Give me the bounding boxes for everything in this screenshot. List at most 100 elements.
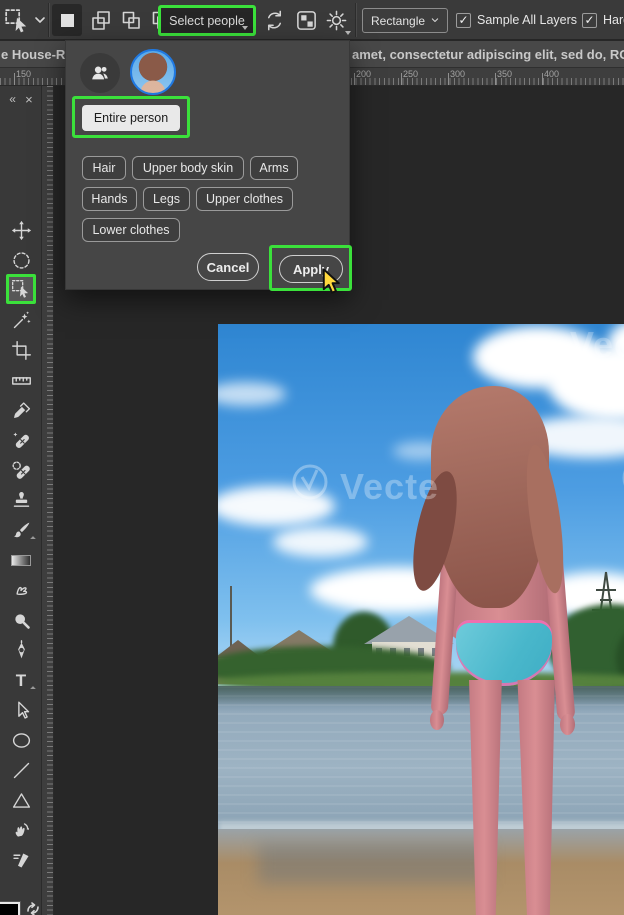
- shape-mode-value: Rectangle: [371, 13, 426, 28]
- part-label: Upper clothes: [205, 192, 284, 206]
- magic-wand-tool[interactable]: [0, 306, 42, 334]
- sample-all-layers-checkbox[interactable]: ✓: [456, 13, 471, 28]
- ruler-major-tick: [354, 73, 355, 85]
- crop-tool[interactable]: [0, 336, 42, 364]
- dodge-tool[interactable]: [0, 606, 42, 634]
- cloud: [273, 527, 368, 557]
- new-selection-icon: [60, 13, 74, 27]
- part-button-upper-body-skin[interactable]: Upper body skin: [132, 156, 244, 180]
- path-selection-tool[interactable]: [0, 696, 42, 724]
- ellipse-shape-tool[interactable]: [0, 726, 42, 754]
- mouse-cursor: [322, 268, 340, 294]
- type-tool[interactable]: T: [0, 666, 42, 694]
- watermark-text: Vecteez: [570, 324, 624, 365]
- gear-icon[interactable]: [325, 9, 348, 32]
- select-people-label: Select people: [169, 13, 245, 28]
- divider: [48, 3, 49, 37]
- part-button-hair[interactable]: Hair: [82, 156, 126, 180]
- vecteezy-logo-watermark: [292, 464, 328, 500]
- part-button-legs[interactable]: Legs: [143, 187, 190, 211]
- hand-tool[interactable]: [0, 816, 42, 844]
- add-selection-icon: [92, 11, 110, 30]
- close-panel-icon[interactable]: ×: [25, 92, 33, 107]
- checkmark-icon: ✓: [458, 13, 469, 27]
- subtract-from-selection-mode[interactable]: [116, 4, 146, 36]
- vecteezy-logo-watermark: [622, 470, 624, 486]
- girl-left-hand: [430, 710, 444, 730]
- subtract-selection-icon: [122, 11, 140, 29]
- tool-group-indicator: [30, 686, 36, 692]
- document-tab-title-left: e House-Re: [1, 47, 73, 62]
- ruler-label: 200: [356, 69, 372, 79]
- part-button-lower-clothes[interactable]: Lower clothes: [82, 218, 180, 242]
- ruler-major-tick: [401, 73, 402, 85]
- part-label: Hands: [91, 192, 128, 206]
- document-photo[interactable]: Vecte Vecteez ecteezy Vecteez: [218, 324, 624, 915]
- ruler-major-tick: [495, 73, 496, 85]
- ruler-ticks: [47, 86, 53, 915]
- part-label: Legs: [152, 192, 181, 206]
- chevron-down-icon[interactable]: [34, 16, 46, 25]
- layer-comp-icon[interactable]: [295, 9, 318, 32]
- part-button-hands[interactable]: Hands: [82, 187, 137, 211]
- part-label: Upper body skin: [142, 161, 234, 175]
- part-label: Lower clothes: [92, 223, 170, 237]
- options-bar: Select people Rectangle ✓ Sample All Lay…: [0, 0, 624, 40]
- triangle-tool[interactable]: [0, 786, 42, 814]
- document-tab-title-right: amet, consectetur adipiscing elit, sed d…: [352, 47, 624, 62]
- add-to-selection-mode[interactable]: [86, 4, 116, 36]
- spot-healing-brush-tool[interactable]: [0, 426, 42, 454]
- cancel-button[interactable]: Cancel: [197, 253, 259, 281]
- clone-stamp-tool[interactable]: [0, 486, 42, 514]
- entire-person-button[interactable]: Entire person: [82, 105, 180, 131]
- cancel-label: Cancel: [206, 259, 250, 275]
- rotate-view-tool[interactable]: [0, 846, 42, 874]
- select-people-button[interactable]: Select people: [158, 5, 256, 36]
- refresh-icon[interactable]: [263, 9, 286, 32]
- line-tool[interactable]: [0, 756, 42, 784]
- pen-tool[interactable]: [0, 636, 42, 664]
- part-button-arms[interactable]: Arms: [250, 156, 298, 180]
- watermark-text: Vecte: [340, 466, 440, 507]
- caret-icon: [242, 26, 248, 30]
- healing-brush-tool[interactable]: [0, 456, 42, 484]
- detected-person-avatar[interactable]: [130, 49, 176, 95]
- swap-colors-icon[interactable]: [26, 902, 40, 915]
- wet-sand-sheen: [258, 844, 488, 884]
- smudge-tool[interactable]: [0, 576, 42, 604]
- gradient-tool[interactable]: [0, 546, 42, 574]
- ruler-label: 300: [450, 69, 466, 79]
- ruler-label: 250: [403, 69, 419, 79]
- move-tool[interactable]: [0, 216, 42, 244]
- part-button-upper-clothes[interactable]: Upper clothes: [196, 187, 293, 211]
- new-selection-mode[interactable]: [52, 4, 82, 36]
- select-people-panel: Entire person Hair Upper body skin Arms …: [65, 40, 352, 291]
- ruler-major-tick: [14, 73, 15, 85]
- caret-icon: [345, 31, 351, 35]
- elliptical-marquee-tool[interactable]: [0, 246, 42, 274]
- object-selection-tool[interactable]: [6, 274, 36, 304]
- tool-group-indicator: [30, 536, 36, 542]
- tools-panel-header: « ×: [0, 86, 42, 112]
- part-label: Arms: [259, 161, 289, 175]
- all-people-avatar[interactable]: [80, 53, 120, 93]
- divider: [355, 3, 356, 37]
- gradient-icon: [11, 554, 31, 566]
- collapse-panel-icon[interactable]: «: [9, 92, 16, 106]
- vertical-ruler: [42, 86, 54, 915]
- girl-right-hand: [560, 714, 575, 735]
- brush-tool[interactable]: [0, 516, 42, 544]
- hard-label: Hard: [603, 13, 624, 27]
- entire-person-label: Entire person: [93, 111, 169, 125]
- ruler-label: 150: [16, 69, 32, 79]
- shape-mode-dropdown[interactable]: Rectangle: [362, 8, 448, 33]
- object-selection-tool-icon[interactable]: [4, 8, 30, 34]
- ruler-label: 350: [497, 69, 513, 79]
- foreground-color-swatch[interactable]: [0, 901, 21, 915]
- eyedropper-tool[interactable]: [0, 396, 42, 424]
- photoshop-window: Vecte Vecteez ecteezy Vecteez: [0, 0, 624, 915]
- sample-all-layers-label: Sample All Layers: [477, 13, 578, 27]
- hard-checkbox[interactable]: ✓: [582, 13, 597, 28]
- ruler-tool[interactable]: [0, 366, 42, 394]
- ruler-major-tick: [448, 73, 449, 85]
